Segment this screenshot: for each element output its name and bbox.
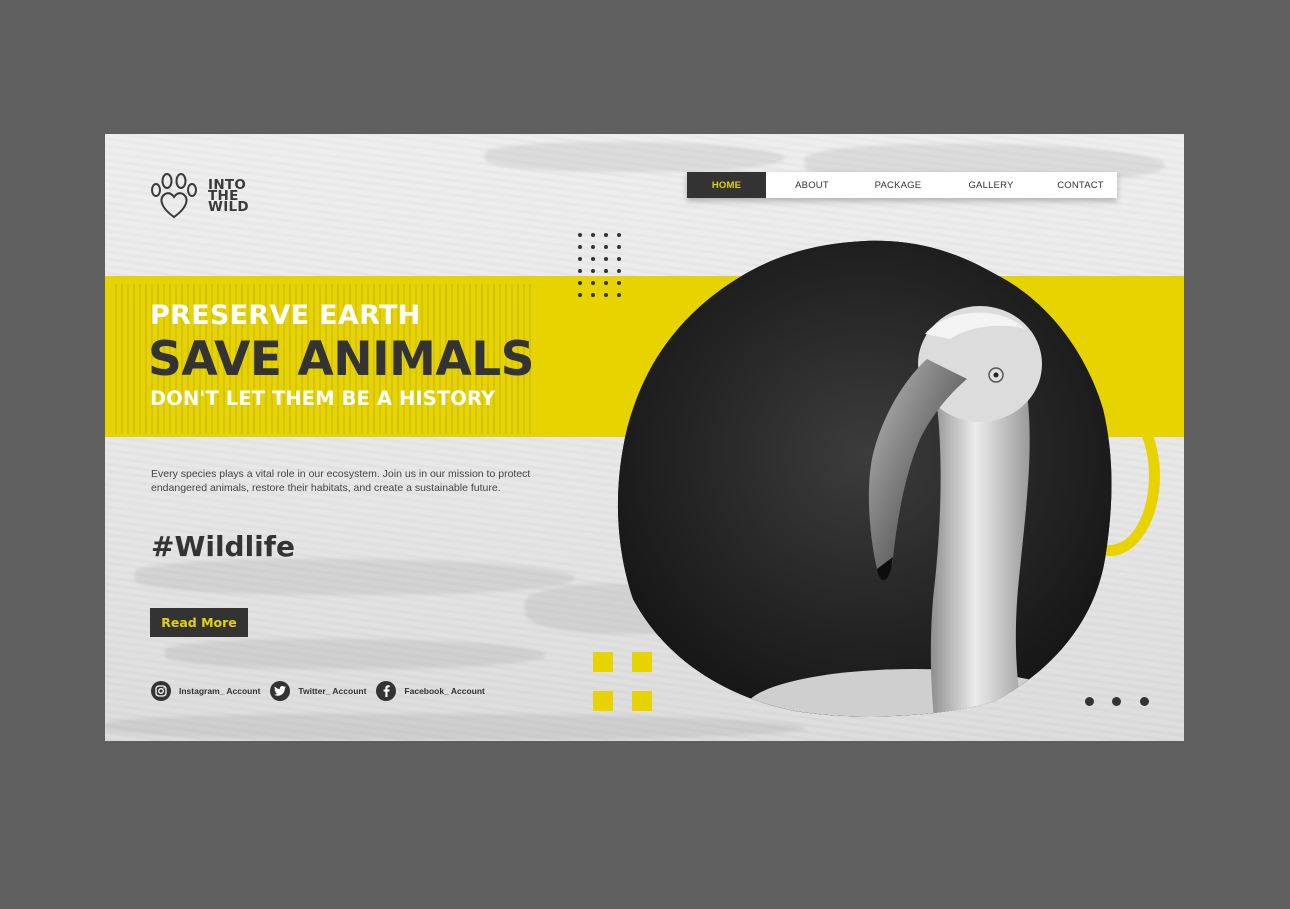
slider-dot-1[interactable]: [1085, 697, 1094, 706]
headline-subtitle: DON'T LET THEM BE A HISTORY: [150, 387, 496, 410]
instagram-icon: [151, 681, 171, 701]
nav-contact[interactable]: CONTACT: [1044, 172, 1117, 198]
nav-package[interactable]: PACKAGE: [858, 172, 938, 198]
brand-line-3: WILD: [208, 198, 249, 215]
facebook-icon: [376, 681, 397, 701]
twitter-link[interactable]: Twitter_ Account: [270, 681, 366, 701]
brush-stroke: [135, 559, 575, 595]
slider-dot-2[interactable]: [1112, 697, 1121, 706]
nav-gallery[interactable]: GALLERY: [938, 172, 1044, 198]
read-more-button[interactable]: Read More: [150, 608, 248, 637]
instagram-label: Instagram_ Account: [179, 686, 261, 696]
headline-save-animals: SAVE ANIMALS: [148, 332, 535, 387]
brand-name: INTO THE WILD: [208, 178, 249, 215]
social-links: Instagram_ Account Twitter_ Account Face…: [151, 681, 485, 701]
paw-heart-icon: [151, 173, 197, 219]
twitter-icon: [270, 681, 291, 701]
facebook-label: Facebook_ Account: [404, 686, 485, 696]
headline-preserve-earth: PRESERVE EARTH: [150, 300, 421, 331]
yellow-square-decoration: [593, 652, 613, 672]
top-nav: HOME ABOUT PACKAGE GALLERY CONTACT: [687, 172, 1117, 198]
brush-stroke: [485, 142, 785, 172]
wildlife-hashtag: #Wildlife: [151, 530, 295, 563]
slider-dot-3[interactable]: [1140, 697, 1149, 706]
facebook-link[interactable]: Facebook_ Account: [376, 681, 485, 701]
nav-about[interactable]: ABOUT: [766, 172, 858, 198]
landing-page: INTO THE WILD HOME ABOUT PACKAGE GALLERY…: [105, 134, 1184, 741]
flamingo-photo: [617, 240, 1112, 717]
yellow-square-decoration: [593, 691, 613, 711]
brush-stroke: [165, 639, 545, 669]
twitter-label: Twitter_ Account: [298, 686, 367, 696]
brand-logo[interactable]: INTO THE WILD: [150, 172, 249, 220]
hero-description: Every species plays a vital role in our …: [151, 468, 531, 494]
nav-home[interactable]: HOME: [687, 172, 766, 198]
instagram-link[interactable]: Instagram_ Account: [151, 681, 260, 701]
